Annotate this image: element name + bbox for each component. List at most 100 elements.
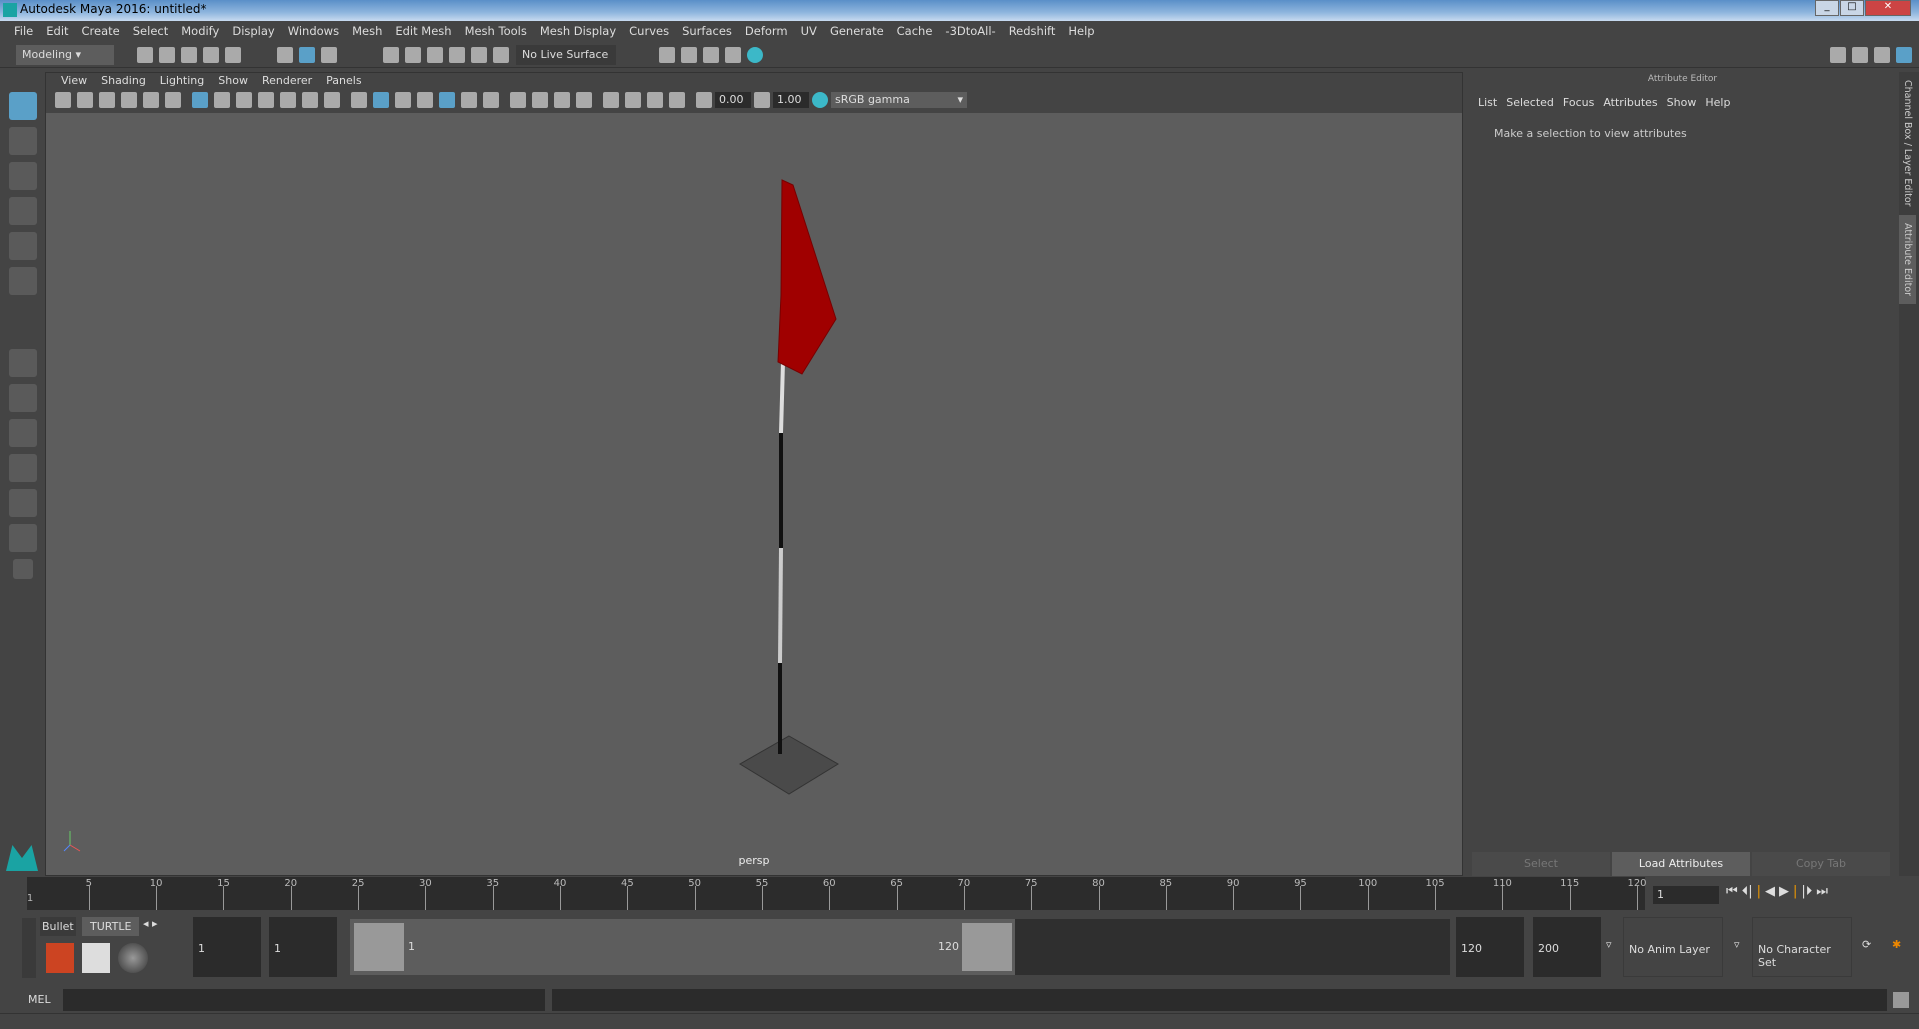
menu-cache[interactable]: Cache	[891, 21, 940, 42]
shadows-icon[interactable]	[483, 92, 499, 108]
playback-start-field[interactable]: 1	[269, 917, 337, 977]
toggle-panel-icon[interactable]	[1852, 46, 1868, 63]
play-forward-icon[interactable]: ▶	[1779, 884, 1789, 904]
select-hierarchy-icon[interactable]	[277, 46, 293, 63]
menu-file[interactable]: File	[8, 21, 40, 42]
menu-edit-mesh[interactable]: Edit Mesh	[389, 21, 458, 42]
ambient-occlusion-icon[interactable]	[510, 92, 526, 108]
outliner-icon[interactable]	[1874, 46, 1890, 63]
go-to-end-icon[interactable]: ⏭	[1816, 884, 1828, 904]
snap-live-icon[interactable]	[493, 46, 509, 63]
default-lighting-icon[interactable]	[395, 92, 411, 108]
character-set-dropdown[interactable]: No Character Set	[1752, 917, 1852, 977]
select-object-icon[interactable]	[299, 46, 315, 63]
color-management-toggle-icon[interactable]	[812, 92, 828, 108]
menu-mesh-display[interactable]: Mesh Display	[534, 21, 623, 42]
hypershade-icon[interactable]	[747, 46, 763, 63]
exposure-field[interactable]: 0.00	[715, 92, 751, 108]
workspace-icon[interactable]	[1830, 46, 1846, 63]
undo-icon[interactable]	[203, 46, 219, 63]
film-gate-icon[interactable]	[214, 92, 230, 108]
menu-surfaces[interactable]: Surfaces	[676, 21, 739, 42]
select-tool-icon[interactable]	[8, 92, 37, 120]
select-button[interactable]: Select	[1472, 852, 1610, 876]
select-component-icon[interactable]	[321, 46, 337, 63]
range-slider[interactable]: 1 120	[350, 919, 1450, 975]
snap-surface-icon[interactable]	[471, 46, 487, 63]
snap-point-icon[interactable]	[427, 46, 443, 63]
safe-action-icon[interactable]	[302, 92, 318, 108]
use-all-lights-icon[interactable]	[461, 92, 477, 108]
2d-pan-zoom-icon[interactable]	[143, 92, 159, 108]
scale-tool-icon[interactable]	[8, 267, 37, 295]
auto-key-icon[interactable]: ⟳	[1862, 938, 1871, 951]
menu-mesh[interactable]: Mesh	[346, 21, 389, 42]
command-input[interactable]	[63, 989, 545, 1011]
camera-attributes-icon[interactable]	[77, 92, 93, 108]
wireframe-icon[interactable]	[351, 92, 367, 108]
attr-menu-selected[interactable]: Selected	[1506, 96, 1563, 109]
time-slider[interactable]: 1 5 10 15 20 25 30 35 40 45 50 55 60 65 70 75 80 85 90 95 1…	[27, 877, 1647, 910]
safe-title-icon[interactable]	[324, 92, 340, 108]
menu-help[interactable]: Help	[1062, 21, 1101, 42]
panel-menu-shading[interactable]: Shading	[94, 73, 153, 90]
step-forward-key-icon[interactable]: |	[1793, 884, 1797, 904]
wireframe-on-shaded-icon[interactable]	[417, 92, 433, 108]
render-view-icon[interactable]	[659, 46, 675, 63]
attr-menu-attributes[interactable]: Attributes	[1603, 96, 1666, 109]
current-frame-field[interactable]: 1	[1653, 886, 1719, 904]
step-back-key-icon[interactable]: |	[1757, 884, 1761, 904]
textured-icon[interactable]	[439, 92, 455, 108]
menu-select[interactable]: Select	[127, 21, 175, 42]
camera-select-icon[interactable]	[55, 92, 71, 108]
maximize-button[interactable]: □	[1840, 0, 1864, 16]
shelf-handle[interactable]	[22, 918, 36, 978]
menu-edit[interactable]: Edit	[40, 21, 75, 42]
menu-generate[interactable]: Generate	[824, 21, 891, 42]
xray-icon[interactable]	[625, 92, 641, 108]
menu-redshift[interactable]: Redshift	[1003, 21, 1063, 42]
range-end-handle[interactable]	[962, 923, 1012, 971]
bookmark-icon[interactable]	[99, 92, 115, 108]
open-scene-icon[interactable]	[159, 46, 175, 63]
resolution-gate-icon[interactable]	[236, 92, 252, 108]
smooth-shade-icon[interactable]	[373, 92, 389, 108]
live-surface-field[interactable]: No Live Surface	[516, 44, 616, 65]
attr-menu-help[interactable]: Help	[1705, 96, 1739, 109]
play-backward-icon[interactable]: ◀	[1765, 884, 1775, 904]
menu-display[interactable]: Display	[226, 21, 281, 42]
menu-modify[interactable]: Modify	[175, 21, 226, 42]
animation-end-field[interactable]: 200	[1533, 917, 1601, 977]
save-scene-icon[interactable]	[181, 46, 197, 63]
image-plane-icon[interactable]	[121, 92, 137, 108]
hypershade-layout-icon[interactable]	[8, 524, 37, 552]
lasso-tool-icon[interactable]	[8, 127, 37, 155]
ipr-render-icon[interactable]	[703, 46, 719, 63]
menu-windows[interactable]: Windows	[282, 21, 346, 42]
range-start-handle[interactable]	[354, 923, 404, 971]
snap-grid-icon[interactable]	[383, 46, 399, 63]
panel-menu-lighting[interactable]: Lighting	[153, 73, 211, 90]
gate-mask-icon[interactable]	[258, 92, 274, 108]
range-bar[interactable]	[350, 919, 1015, 975]
grease-pencil-icon[interactable]	[165, 92, 181, 108]
rotate-tool-icon[interactable]	[8, 232, 37, 260]
minimize-button[interactable]: _	[1815, 0, 1839, 16]
move-tool-icon[interactable]	[8, 197, 37, 225]
shelf-fire-icon[interactable]	[46, 943, 74, 973]
grid-icon[interactable]	[192, 92, 208, 108]
snap-curve-icon[interactable]	[405, 46, 421, 63]
attr-menu-list[interactable]: List	[1478, 96, 1506, 109]
render-frame-icon[interactable]	[681, 46, 697, 63]
menu-mesh-tools[interactable]: Mesh Tools	[459, 21, 534, 42]
step-forward-icon[interactable]: |⏵	[1801, 884, 1812, 904]
menu-deform[interactable]: Deform	[739, 21, 795, 42]
animation-start-field[interactable]: 1	[193, 917, 261, 977]
attr-menu-focus[interactable]: Focus	[1563, 96, 1603, 109]
3d-viewport[interactable]: persp	[46, 113, 1462, 875]
paint-select-tool-icon[interactable]	[8, 162, 37, 190]
shelf-tab-scroll-icon[interactable]: ◂ ▸	[143, 917, 158, 930]
anti-aliasing-icon[interactable]	[554, 92, 570, 108]
field-chart-icon[interactable]	[280, 92, 296, 108]
step-back-icon[interactable]: ⏴|	[1742, 884, 1753, 904]
